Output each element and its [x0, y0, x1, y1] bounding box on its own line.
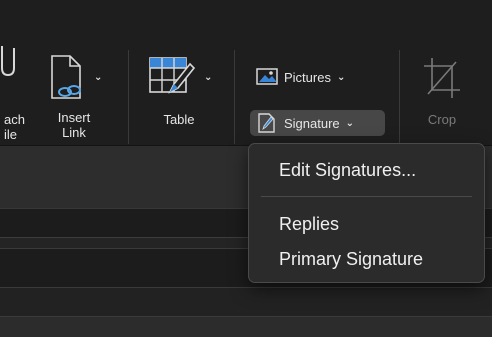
menu-item-edit-signatures[interactable]: Edit Signatures...	[279, 159, 416, 181]
pictures-chevron-icon: ⌄	[336, 71, 346, 83]
crop-button[interactable]: Crop	[414, 56, 470, 146]
paperclip-icon	[1, 46, 15, 77]
menu-item-primary-signature[interactable]: Primary Signature	[279, 248, 423, 270]
ribbon-separator	[399, 50, 400, 144]
table-icon	[149, 57, 196, 94]
ribbon-separator	[234, 50, 235, 144]
insert-link-chevron-icon: ⌄	[94, 72, 103, 83]
table-chevron-icon: ⌄	[204, 72, 213, 83]
link-icon	[51, 55, 81, 99]
signature-label: Signature	[284, 115, 340, 131]
table-label: Table	[163, 112, 195, 127]
crop-label: Crop	[427, 112, 457, 127]
signature-icon	[258, 113, 275, 133]
signature-chevron-icon: ⌄	[345, 117, 355, 129]
insert-link-label-line2: Link	[62, 125, 86, 140]
menu-separator	[261, 196, 472, 197]
pictures-button[interactable]: Pictures ⌄	[250, 64, 351, 90]
message-body-area	[0, 316, 492, 337]
table-button[interactable]: ⌄ Table	[146, 54, 220, 146]
field-row	[0, 288, 492, 316]
insert-link-label-line1: Insert	[57, 110, 91, 125]
attach-file-label-line1: ach	[4, 112, 25, 127]
signature-button[interactable]: Signature ⌄	[250, 110, 385, 136]
crop-icon	[424, 58, 460, 98]
menu-item-replies[interactable]: Replies	[279, 213, 339, 235]
signature-dropdown-menu: Edit Signatures... Replies Primary Signa…	[248, 143, 485, 283]
pictures-label: Pictures	[284, 69, 331, 85]
pictures-icon	[256, 68, 278, 85]
ribbon-separator	[128, 50, 129, 144]
attach-file-label: ach ile	[4, 112, 34, 142]
insert-link-button[interactable]: ⌄ Insert Link	[48, 54, 110, 146]
app-window: ach ile ⌄ Insert Link ⌄ Table Pictures ⌄…	[0, 0, 492, 337]
ribbon-toolbar: ach ile ⌄ Insert Link ⌄ Table Pictures ⌄…	[0, 0, 492, 145]
attach-file-label-line2: ile	[4, 127, 18, 142]
